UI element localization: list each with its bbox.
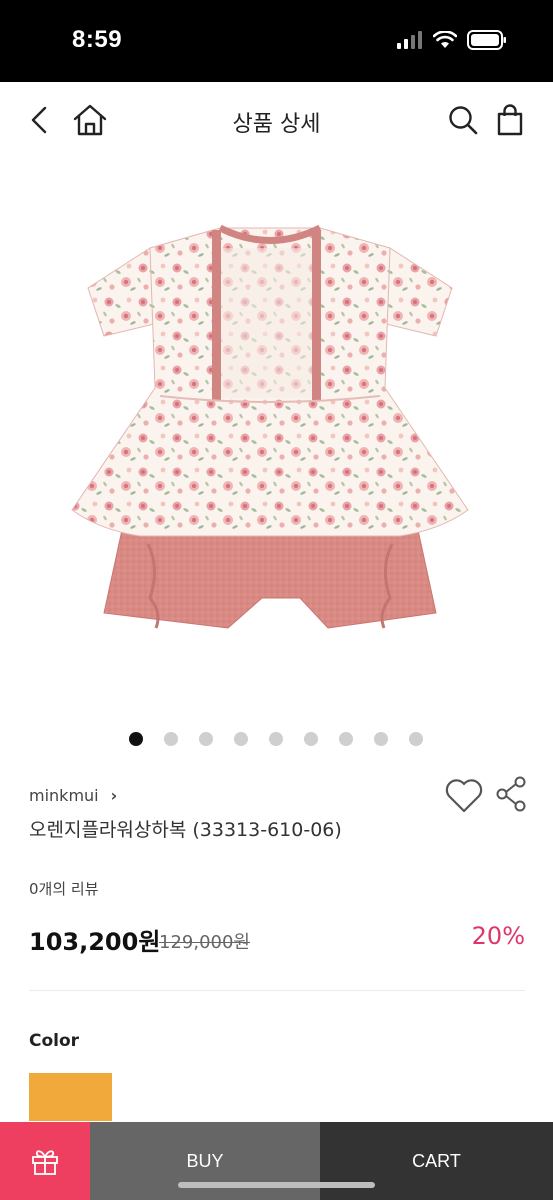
color-swatch[interactable] bbox=[29, 1073, 112, 1121]
wishlist-button[interactable] bbox=[444, 778, 484, 818]
status-icons bbox=[397, 30, 507, 50]
carousel-dot[interactable] bbox=[409, 732, 423, 746]
carousel-dot[interactable] bbox=[164, 732, 178, 746]
cart-button[interactable]: CART bbox=[320, 1122, 553, 1200]
battery-icon bbox=[467, 30, 506, 50]
gift-icon bbox=[32, 1150, 58, 1175]
price-row: 103,200원 129,000원 20% bbox=[29, 922, 525, 956]
heart-icon bbox=[445, 779, 483, 813]
carousel-dot[interactable] bbox=[199, 732, 213, 746]
carousel-dot[interactable] bbox=[304, 732, 318, 746]
status-bar: 8:59 bbox=[0, 0, 553, 82]
chevron-right-icon: › bbox=[110, 786, 118, 805]
brand-name: minkmui bbox=[29, 786, 99, 805]
bottom-action-bar: BUY CART bbox=[0, 1122, 553, 1200]
shopping-bag-button[interactable] bbox=[490, 100, 530, 140]
color-option-label: Color bbox=[29, 1031, 80, 1051]
original-price: 129,000원 bbox=[159, 932, 250, 953]
home-indicator bbox=[178, 1182, 375, 1188]
share-icon bbox=[496, 776, 526, 812]
carousel-dots bbox=[129, 732, 423, 746]
wifi-icon bbox=[433, 31, 457, 48]
product-name: 오렌지플라워상하복 (33313-610-06) bbox=[29, 819, 342, 841]
share-button[interactable] bbox=[495, 776, 527, 816]
carousel-dot[interactable] bbox=[374, 732, 388, 746]
signal-icon bbox=[397, 31, 422, 49]
product-photo bbox=[71, 224, 469, 629]
sale-price: 103,200원 bbox=[29, 928, 161, 956]
search-icon bbox=[449, 106, 478, 135]
status-time: 8:59 bbox=[72, 26, 123, 53]
gift-button[interactable] bbox=[0, 1122, 90, 1200]
brand-link[interactable]: minkmui › bbox=[29, 786, 117, 805]
discount-rate: 20% bbox=[471, 922, 525, 950]
carousel-dot[interactable] bbox=[339, 732, 353, 746]
search-button[interactable] bbox=[443, 100, 483, 140]
carousel-dot[interactable] bbox=[129, 732, 143, 746]
divider bbox=[29, 990, 525, 991]
carousel-dot[interactable] bbox=[269, 732, 283, 746]
buy-button[interactable]: BUY bbox=[90, 1122, 320, 1200]
bag-icon bbox=[497, 104, 523, 136]
carousel-dot[interactable] bbox=[234, 732, 248, 746]
product-image[interactable] bbox=[0, 158, 553, 713]
app-header: 상품 상세 bbox=[0, 82, 553, 158]
review-count[interactable]: 0개의 리뷰 bbox=[29, 878, 99, 899]
